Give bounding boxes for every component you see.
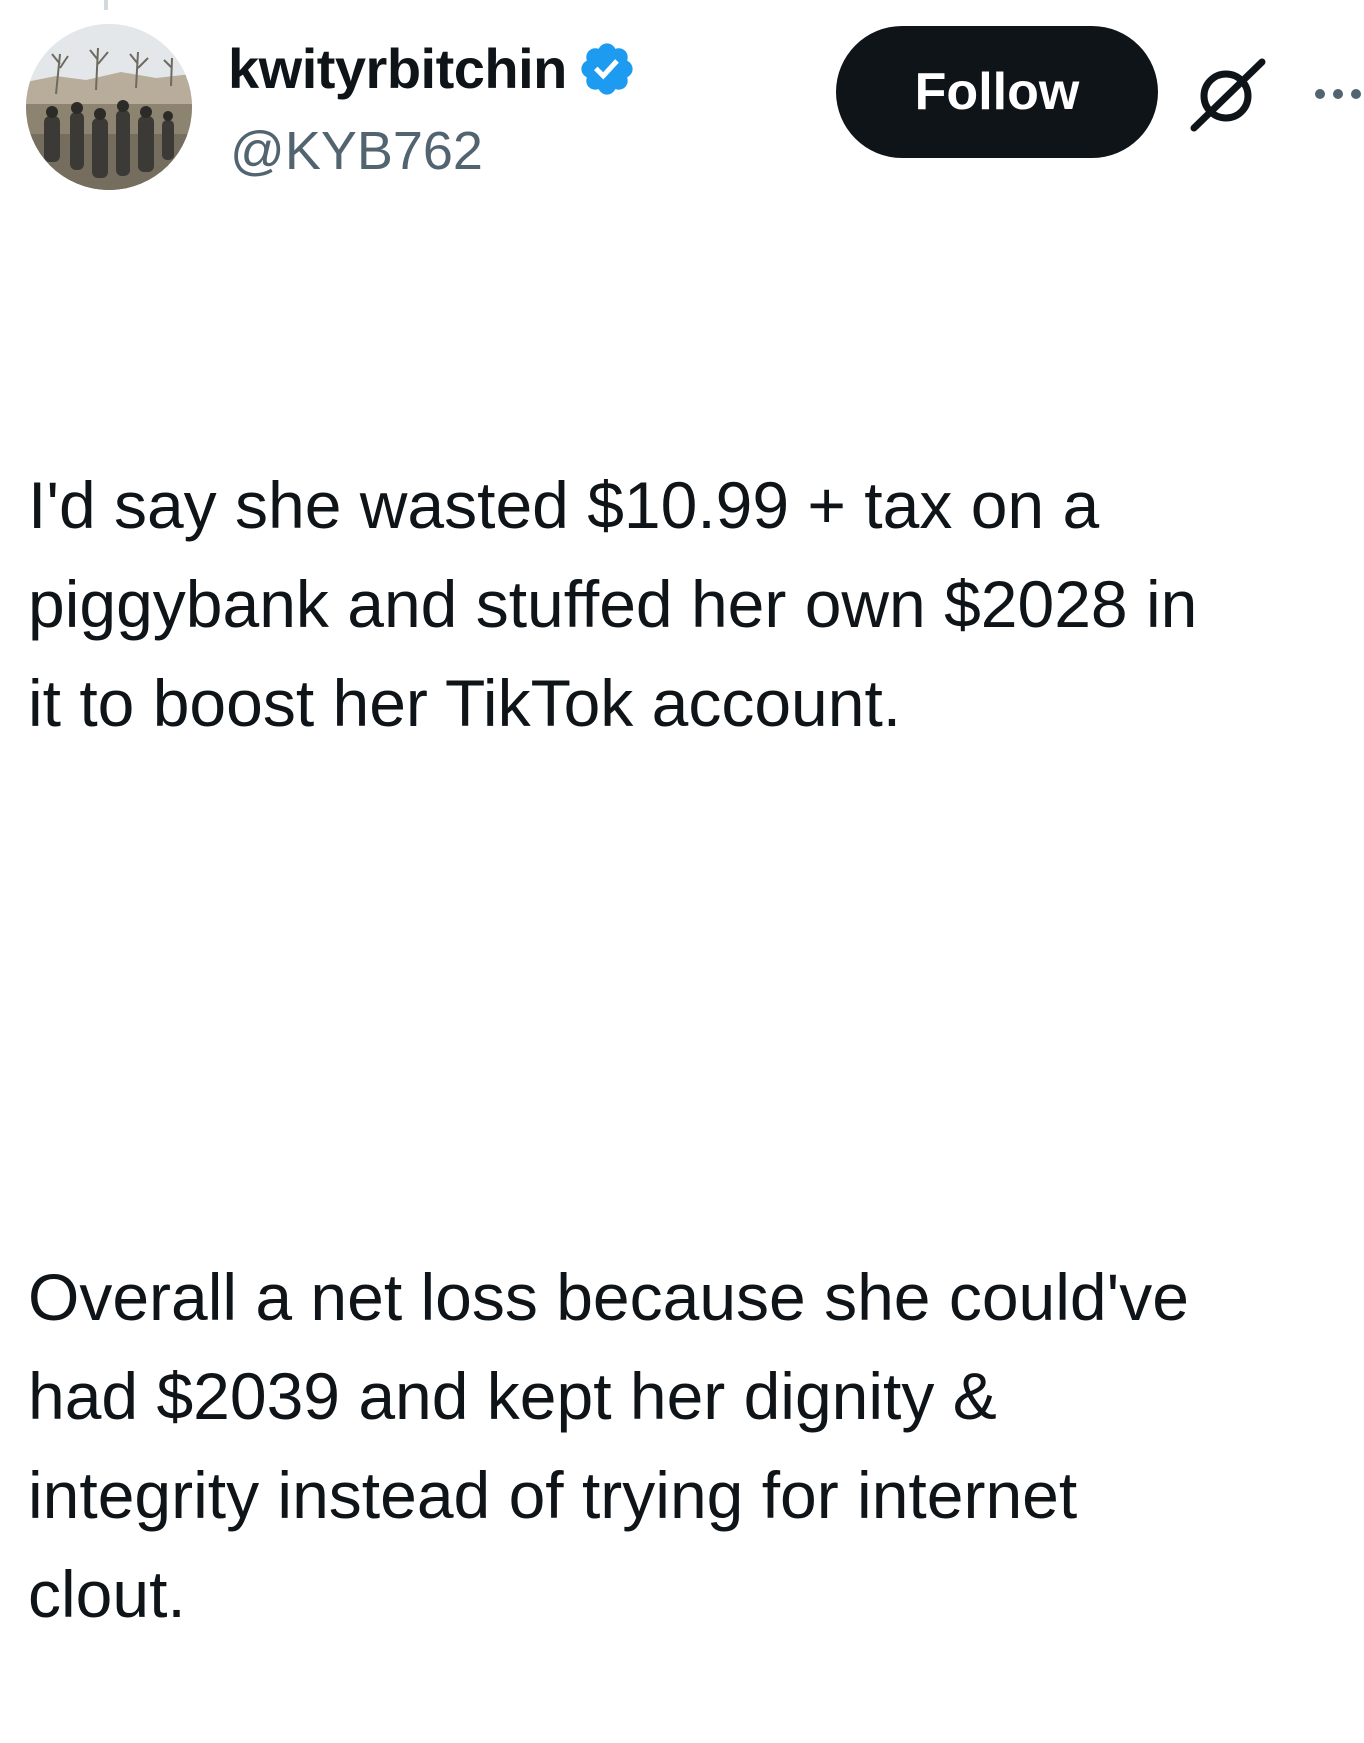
tweet-header: kwityrbitchin @KYB762 Follow xyxy=(0,0,1364,200)
tweet-paragraph-1: I'd say she wasted $10.99 + tax on a pig… xyxy=(28,468,1198,740)
author-name-row: kwityrbitchin xyxy=(228,34,637,104)
avatar[interactable] xyxy=(26,24,192,190)
grok-slash-icon[interactable] xyxy=(1186,54,1272,134)
avatar-photo xyxy=(26,24,192,190)
tweet-paragraph-2: Overall a net loss because she could've … xyxy=(28,1260,1189,1631)
verified-badge-icon[interactable] xyxy=(577,39,637,99)
follow-button[interactable]: Follow xyxy=(836,26,1158,158)
tweet-body: I'd say she wasted $10.99 + tax on a pig… xyxy=(28,258,1348,1743)
more-ellipsis-icon[interactable] xyxy=(1310,82,1364,106)
author-display-name[interactable]: kwityrbitchin xyxy=(228,34,567,104)
author-handle[interactable]: @KYB762 xyxy=(230,118,483,184)
